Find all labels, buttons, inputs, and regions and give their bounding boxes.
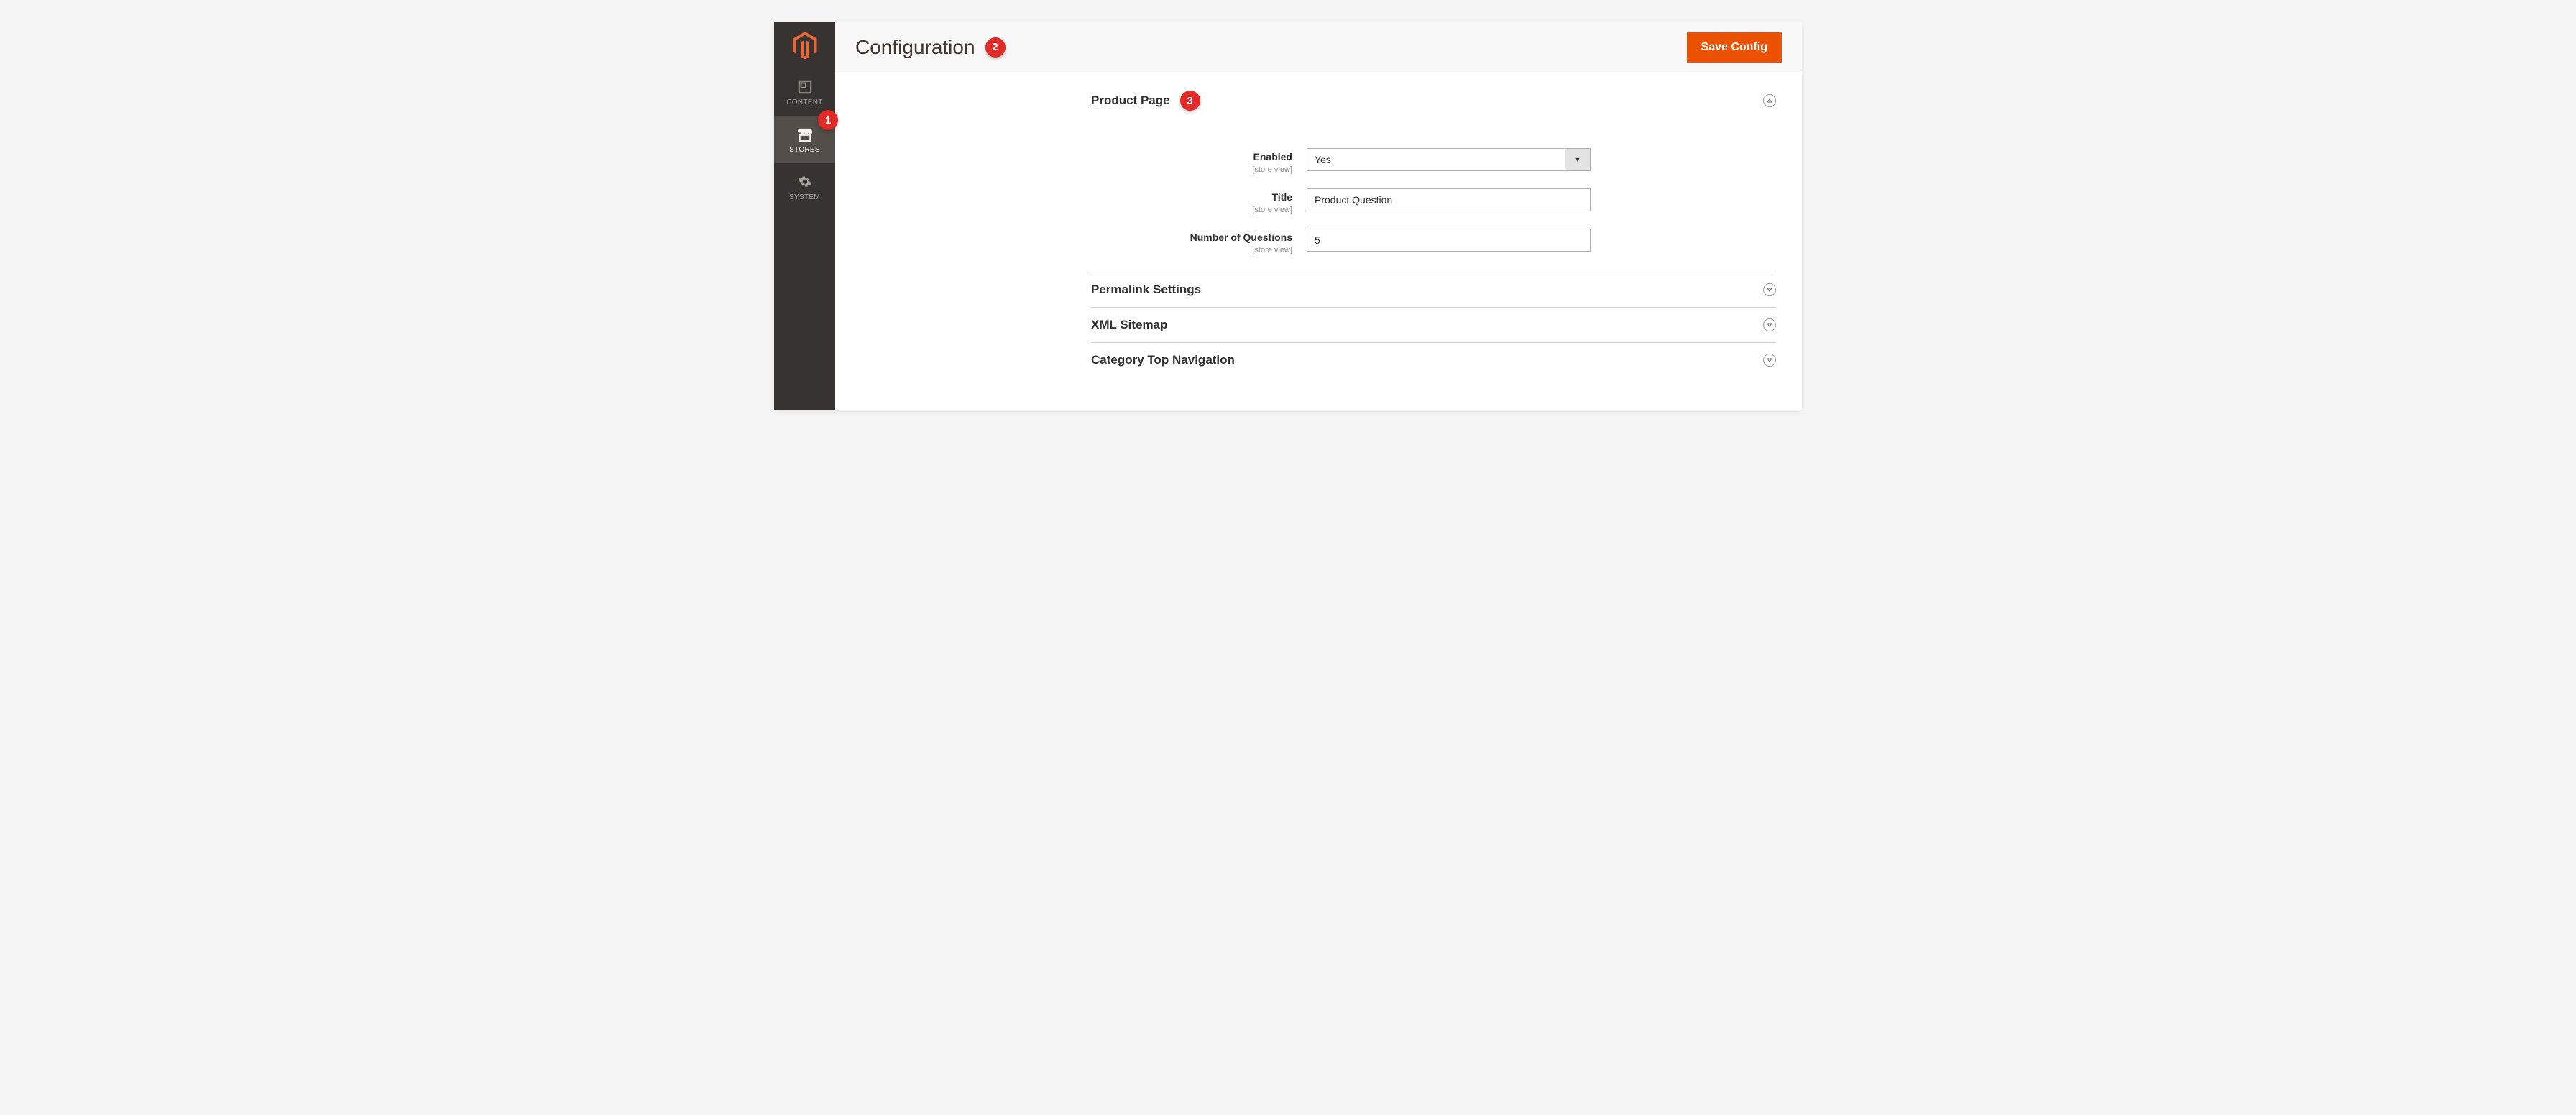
admin-window: CONTENT 1 STORES SYSTEM Con: [774, 22, 1802, 410]
section-title-text: Product Page: [1091, 93, 1170, 108]
chevron-up-icon[interactable]: [1763, 94, 1776, 107]
field-scope: [store view]: [1091, 206, 1292, 214]
select-value: Yes: [1307, 148, 1565, 171]
section-title: XML Sitemap: [1091, 318, 1167, 332]
section-title: Category Top Navigation: [1091, 353, 1235, 367]
chevron-down-icon[interactable]: ▼: [1565, 148, 1591, 171]
stores-icon: [797, 126, 813, 143]
section-title: Product Page 3: [1091, 91, 1200, 111]
field-title: Title [store view]: [1091, 188, 1776, 214]
field-num-questions: Number of Questions [store view]: [1091, 229, 1776, 254]
section-title-text: Permalink Settings: [1091, 283, 1201, 297]
section-header-product-page[interactable]: Product Page 3: [1091, 91, 1776, 121]
content: Product Page 3 Enabled [store view]: [835, 73, 1802, 395]
field-control: Yes ▼: [1307, 148, 1591, 171]
page-header: Configuration 2 Save Config: [835, 22, 1802, 73]
page-title: Configuration 2: [855, 36, 1006, 59]
annotation-badge-3: 3: [1180, 91, 1200, 111]
magento-logo[interactable]: [774, 22, 835, 68]
section-header-category-nav[interactable]: Category Top Navigation: [1091, 343, 1776, 377]
field-label: Enabled: [1254, 151, 1292, 162]
field-scope: [store view]: [1091, 165, 1292, 174]
title-input[interactable]: [1307, 188, 1591, 211]
field-label-wrap: Number of Questions [store view]: [1091, 229, 1307, 254]
num-questions-input[interactable]: [1307, 229, 1591, 252]
section-header-xml-sitemap[interactable]: XML Sitemap: [1091, 308, 1776, 343]
field-label: Title: [1271, 191, 1292, 203]
field-label: Number of Questions: [1190, 231, 1292, 243]
main-area: Configuration 2 Save Config Product Page…: [835, 22, 1802, 410]
sidebar: CONTENT 1 STORES SYSTEM: [774, 22, 835, 410]
sidebar-item-stores[interactable]: 1 STORES: [774, 116, 835, 163]
page-title-text: Configuration: [855, 36, 975, 59]
section-title: Permalink Settings: [1091, 283, 1201, 297]
sidebar-item-label: STORES: [789, 146, 820, 154]
field-control: [1307, 229, 1591, 252]
magento-logo-icon: [793, 32, 817, 59]
sidebar-item-label: CONTENT: [786, 98, 822, 106]
field-enabled: Enabled [store view] Yes ▼: [1091, 148, 1776, 174]
sidebar-item-label: SYSTEM: [789, 193, 820, 201]
field-control: [1307, 188, 1591, 211]
save-config-button[interactable]: Save Config: [1687, 32, 1782, 63]
chevron-down-icon[interactable]: [1763, 283, 1776, 296]
sidebar-item-system[interactable]: SYSTEM: [774, 163, 835, 211]
product-page-form: Enabled [store view] Yes ▼ Title: [1091, 121, 1776, 272]
field-scope: [store view]: [1091, 246, 1292, 254]
chevron-down-icon[interactable]: [1763, 318, 1776, 331]
field-label-wrap: Title [store view]: [1091, 188, 1307, 214]
sidebar-item-content[interactable]: CONTENT: [774, 68, 835, 116]
annotation-badge-2: 2: [985, 37, 1006, 58]
enabled-select[interactable]: Yes ▼: [1307, 148, 1591, 171]
section-title-text: Category Top Navigation: [1091, 353, 1235, 367]
gear-icon: [798, 173, 812, 191]
content-icon: [797, 78, 813, 96]
field-label-wrap: Enabled [store view]: [1091, 148, 1307, 174]
annotation-badge-1: 1: [818, 110, 838, 130]
section-header-permalink[interactable]: Permalink Settings: [1091, 272, 1776, 308]
chevron-down-icon[interactable]: [1763, 354, 1776, 367]
section-title-text: XML Sitemap: [1091, 318, 1167, 332]
config-panel: Product Page 3 Enabled [store view]: [1091, 91, 1776, 377]
